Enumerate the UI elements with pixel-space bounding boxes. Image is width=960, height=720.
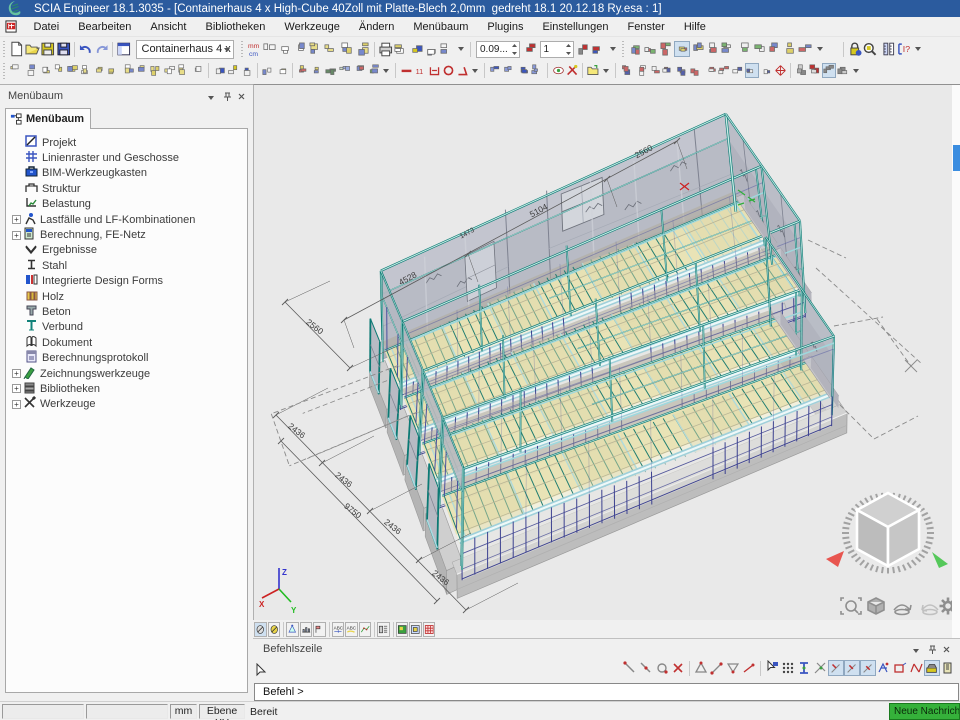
svg-text:9750: 9750	[342, 501, 363, 521]
svg-text:2436: 2436	[333, 470, 354, 490]
svg-text:2436: 2436	[286, 421, 307, 441]
svg-text:ABC: ABC	[333, 625, 343, 630]
svg-text:Z: Z	[282, 568, 287, 577]
svg-text:11: 11	[415, 67, 423, 76]
svg-text:ABC: ABC	[347, 625, 357, 630]
svg-text:cm: cm	[248, 51, 257, 57]
svg-text:Y: Y	[291, 606, 297, 615]
svg-text:mm: mm	[247, 43, 259, 50]
svg-text:2560: 2560	[304, 317, 325, 337]
svg-text:I?: I?	[903, 44, 910, 54]
svg-text:X: X	[259, 600, 265, 609]
svg-text:2436: 2436	[382, 517, 403, 537]
